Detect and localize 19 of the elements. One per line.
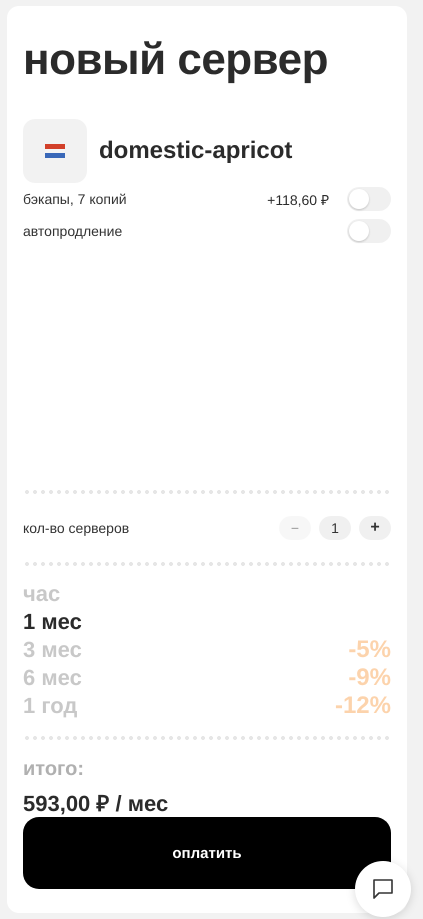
toggle-switch[interactable] — [347, 219, 391, 243]
pay-button[interactable]: оплатить — [23, 817, 391, 889]
server-name: domestic-apricot — [99, 137, 292, 165]
toggle-switch[interactable] — [347, 187, 391, 211]
option-label: автопродление — [23, 223, 124, 239]
discount-label: -12% — [334, 692, 391, 720]
total-label: итого: — [23, 758, 85, 781]
period-option[interactable]: 1 мес — [23, 609, 82, 635]
flag-icon — [45, 144, 65, 158]
quantity-value: 1 — [319, 516, 351, 540]
quantity-label: кол-во серверов — [23, 520, 130, 536]
total-price: 593,00 ₽ / мес — [23, 790, 170, 817]
increment-button[interactable]: + — [359, 516, 391, 540]
option-label: бэкапы, 7 копий — [23, 191, 128, 207]
discount-label: -5% — [348, 636, 391, 664]
page-title: новый сервер — [23, 34, 329, 86]
option-price: +118,60 ₽ — [267, 190, 329, 208]
discount-label: -9% — [348, 664, 391, 692]
chat-icon — [372, 878, 394, 900]
